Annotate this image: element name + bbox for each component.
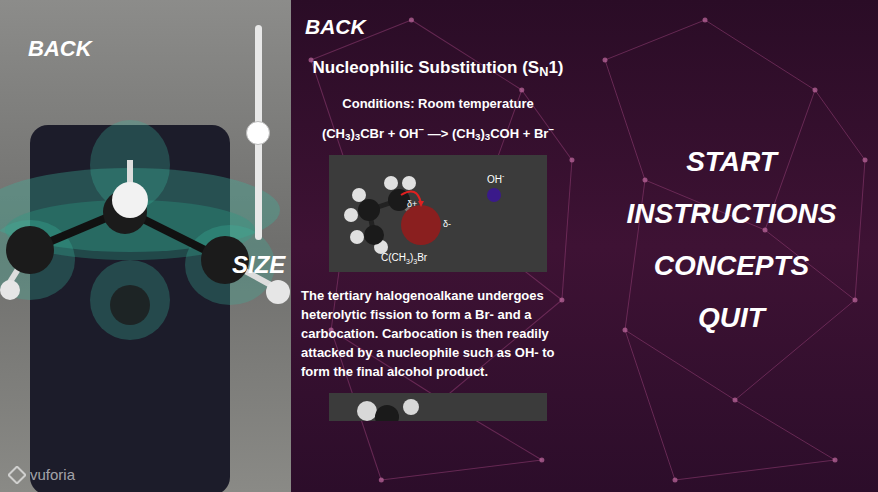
concept-title: Nucleophilic Substitution (SN1) bbox=[308, 57, 567, 78]
network-background bbox=[585, 0, 878, 492]
product-figure bbox=[329, 393, 547, 421]
back-button[interactable]: BACK bbox=[28, 32, 92, 65]
molecule-caption: C(CH3)3Br bbox=[381, 252, 428, 265]
menu-item[interactable]: QUIT bbox=[698, 298, 765, 338]
menu-item[interactable]: START bbox=[686, 142, 777, 182]
watermark: vuforia bbox=[8, 464, 75, 487]
menu-item[interactable]: INSTRUCTIONS bbox=[627, 194, 837, 234]
conditions: Conditions: Room temperature bbox=[342, 94, 533, 114]
carbon-charge: δ+ bbox=[407, 199, 417, 209]
equation: (CH3)3CBr + OH− —> (CH3)3COH + Br− bbox=[322, 124, 554, 144]
bromine-charge: δ- bbox=[443, 219, 451, 229]
product-molecule-icon bbox=[329, 393, 547, 421]
size-slider-thumb[interactable] bbox=[246, 121, 270, 145]
menu-item[interactable]: CONCEPTS bbox=[654, 246, 810, 286]
concepts-screen: BACK Nucleophilic Substitution (SN1) Condi… bbox=[291, 0, 585, 492]
reaction-figure: δ+ δ- OH- C(CH3)3Br bbox=[329, 155, 547, 272]
size-label: SIZE bbox=[232, 247, 285, 283]
vuforia-logo-icon bbox=[8, 466, 26, 484]
concept-description: The tertiary halogenoalkane undergoes he… bbox=[301, 286, 575, 381]
main-menu-screen: START INSTRUCTIONS CONCEPTS QUIT bbox=[585, 0, 878, 492]
app: BACK SIZE vuforia BACK Nucleophilic Substitu… bbox=[0, 0, 878, 492]
nucleophile-label: OH- bbox=[487, 172, 505, 185]
ar-view-screen: BACK SIZE vuforia bbox=[0, 0, 291, 492]
mechanism-diagram-icon: δ+ δ- OH- C(CH3)3Br bbox=[329, 155, 547, 272]
back-button[interactable]: BACK bbox=[291, 0, 366, 37]
